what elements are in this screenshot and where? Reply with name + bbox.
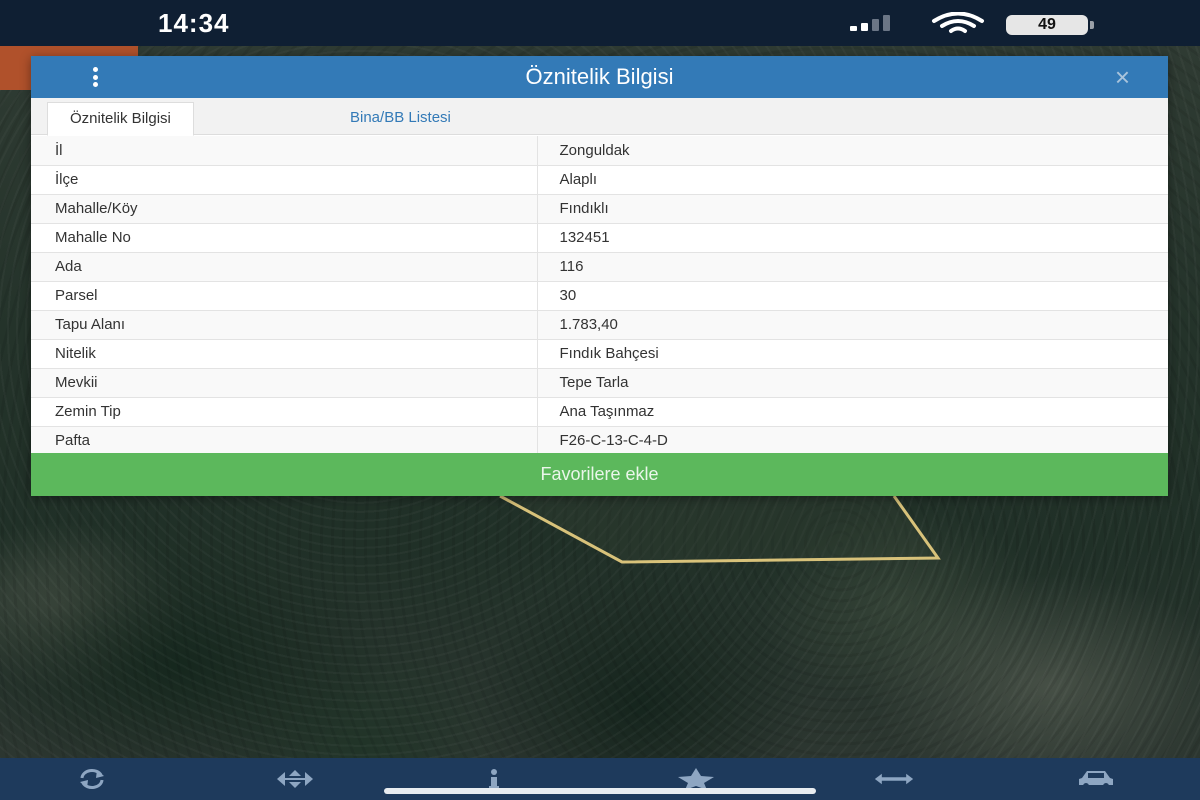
attribute-key: Pafta (31, 426, 538, 456)
cellular-signal-icon (850, 15, 890, 31)
attribute-key: Mahalle No (31, 223, 538, 253)
attribute-key: Zemin Tip (31, 397, 538, 427)
car-icon[interactable] (1076, 766, 1116, 792)
close-icon[interactable]: × (1115, 62, 1130, 93)
table-row: Ada 116 (31, 252, 1168, 282)
attribute-key: İl (31, 136, 538, 166)
move-icon[interactable] (275, 766, 315, 792)
battery-icon: 49 (1006, 15, 1088, 35)
status-bar: 14:34 49 (0, 0, 1200, 46)
attribute-value: 116 (537, 252, 1168, 282)
attribute-value: Alaplı (537, 165, 1168, 195)
attribute-key: Mevkii (31, 368, 538, 398)
add-to-favorites-button[interactable]: Favorilere ekle (31, 453, 1168, 496)
table-row: Pafta F26-C-13-C-4-D (31, 426, 1168, 456)
attribute-table: İl Zonguldak İlçe Alaplı Mahalle/Köy Fındık… (31, 136, 1168, 456)
table-row: Nitelik Fındık Bahçesi (31, 339, 1168, 369)
attribute-key: Mahalle/Köy (31, 194, 538, 224)
attribute-value: Tepe Tarla (537, 368, 1168, 398)
attribute-key: Parsel (31, 281, 538, 311)
attribute-key: Tapu Alanı (31, 310, 538, 340)
table-row: Mevkii Tepe Tarla (31, 368, 1168, 398)
tab-attribute-info[interactable]: Öznitelik Bilgisi (47, 102, 194, 136)
table-row: İlçe Alaplı (31, 165, 1168, 195)
table-row: İl Zonguldak (31, 136, 1168, 166)
status-time: 14:34 (158, 8, 230, 38)
home-indicator[interactable] (384, 788, 816, 794)
attribute-value: Fındıklı (537, 194, 1168, 224)
measure-icon[interactable] (874, 766, 914, 792)
wifi-icon (932, 12, 984, 33)
attribute-value: Fındık Bahçesi (537, 339, 1168, 369)
battery-tip (1090, 21, 1094, 29)
tab-bar: Öznitelik Bilgisi Bina/BB Listesi (31, 98, 1168, 136)
table-row: Parsel 30 (31, 281, 1168, 311)
refresh-icon[interactable] (72, 766, 112, 792)
table-row: Mahalle/Köy Fındıklı (31, 194, 1168, 224)
table-row: Mahalle No 132451 (31, 223, 1168, 253)
attribute-value: Ana Taşınmaz (537, 397, 1168, 427)
tab-building-list[interactable]: Bina/BB Listesi (328, 102, 473, 136)
attribute-key: Nitelik (31, 339, 538, 369)
attribute-value: 30 (537, 281, 1168, 311)
attribute-dialog: Öznitelik Bilgisi × Öznitelik Bilgisi Bi… (31, 56, 1168, 496)
attribute-key: İlçe (31, 165, 538, 195)
dialog-header: Öznitelik Bilgisi × (31, 56, 1168, 98)
dialog-title: Öznitelik Bilgisi (525, 64, 674, 89)
table-row: Tapu Alanı 1.783,40 (31, 310, 1168, 340)
attribute-value: 1.783,40 (537, 310, 1168, 340)
attribute-value: 132451 (537, 223, 1168, 253)
attribute-value: F26-C-13-C-4-D (537, 426, 1168, 456)
table-row: Zemin Tip Ana Taşınmaz (31, 397, 1168, 427)
attribute-value: Zonguldak (537, 136, 1168, 166)
attribute-key: Ada (31, 252, 538, 282)
